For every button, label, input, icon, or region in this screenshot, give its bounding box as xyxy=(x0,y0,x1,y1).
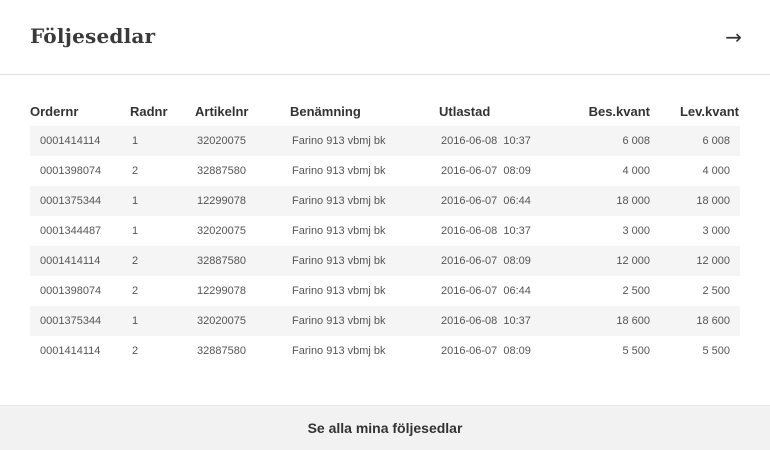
cell-bes-kvant: 4 000 xyxy=(622,165,650,177)
cell-utlastad: 2016-06-07 06:44 xyxy=(441,195,531,207)
cell-artikelnr: 32020075 xyxy=(197,135,246,147)
cell-artikelnr: 32887580 xyxy=(197,255,246,267)
cell-lev-kvant: 3 000 xyxy=(702,225,730,237)
column-header-ordernr: Ordernr xyxy=(30,103,79,119)
cell-bes-kvant: 5 500 xyxy=(622,345,650,357)
cell-lev-kvant: 4 000 xyxy=(702,165,730,177)
arrow-right-icon[interactable]: → xyxy=(725,25,742,49)
delivery-notes-table: Ordernr Radnr Artikelnr Benämning Utlast… xyxy=(30,96,740,366)
cell-ordernr: 0001398074 xyxy=(40,285,102,297)
column-header-utlastad: Utlastad xyxy=(439,103,491,119)
cell-radnr: 1 xyxy=(132,225,139,237)
cell-artikelnr: 12299078 xyxy=(197,195,246,207)
cell-ordernr: 0001375344 xyxy=(40,195,102,207)
cell-bes-kvant: 3 000 xyxy=(622,225,650,237)
table-row[interactable]: 0001375344 1 12299078 Farino 913 vbmj bk… xyxy=(30,186,740,216)
cell-benamning: Farino 913 vbmj bk xyxy=(292,225,386,237)
cell-bes-kvant: 18 600 xyxy=(616,315,650,327)
cell-benamning: Farino 913 vbmj bk xyxy=(292,165,386,177)
cell-benamning: Farino 913 vbmj bk xyxy=(292,345,386,357)
table-row[interactable]: 0001414114 1 32020075 Farino 913 vbmj bk… xyxy=(30,126,740,156)
cell-utlastad: 2016-06-07 08:09 xyxy=(441,345,531,357)
cell-ordernr: 0001414114 xyxy=(40,345,101,357)
column-header-benamning: Benämning xyxy=(290,103,361,119)
cell-lev-kvant: 6 008 xyxy=(702,135,730,147)
see-all-delivery-notes-link[interactable]: Se alla mina följesedlar xyxy=(0,405,770,450)
cell-lev-kvant: 2 500 xyxy=(702,285,730,297)
cell-benamning: Farino 913 vbmj bk xyxy=(292,195,386,207)
cell-utlastad: 2016-06-08 10:37 xyxy=(441,315,531,327)
cell-benamning: Farino 913 vbmj bk xyxy=(292,315,386,327)
cell-radnr: 1 xyxy=(132,135,139,147)
table-header-row: Ordernr Radnr Artikelnr Benämning Utlast… xyxy=(30,96,740,126)
cell-ordernr: 0001414114 xyxy=(40,255,101,267)
cell-utlastad: 2016-06-07 08:09 xyxy=(441,165,531,177)
cell-bes-kvant: 12 000 xyxy=(616,255,650,267)
cell-bes-kvant: 18 000 xyxy=(616,195,650,207)
table-row[interactable]: 0001375344 1 32020075 Farino 913 vbmj bk… xyxy=(30,306,740,336)
table-row[interactable]: 0001398074 2 12299078 Farino 913 vbmj bk… xyxy=(30,276,740,306)
cell-bes-kvant: 2 500 xyxy=(622,285,650,297)
column-header-bes-kvant: Bes.kvant xyxy=(588,103,650,119)
cell-benamning: Farino 913 vbmj bk xyxy=(292,135,386,147)
cell-lev-kvant: 5 500 xyxy=(702,345,730,357)
cell-utlastad: 2016-06-07 06:44 xyxy=(441,285,531,297)
table-row[interactable]: 0001398074 2 32887580 Farino 913 vbmj bk… xyxy=(30,156,740,186)
cell-artikelnr: 32887580 xyxy=(197,345,246,357)
cell-benamning: Farino 913 vbmj bk xyxy=(292,285,386,297)
cell-lev-kvant: 18 000 xyxy=(696,195,730,207)
cell-radnr: 1 xyxy=(132,195,139,207)
cell-radnr: 2 xyxy=(132,345,139,357)
cell-bes-kvant: 6 008 xyxy=(622,135,650,147)
delivery-notes-card: Följesedlar → Ordernr Radnr Artikelnr Be… xyxy=(0,0,770,450)
cell-radnr: 2 xyxy=(132,165,139,177)
table-row[interactable]: 0001414114 2 32887580 Farino 913 vbmj bk… xyxy=(30,246,740,276)
cell-utlastad: 2016-06-08 10:37 xyxy=(441,135,531,147)
table-row[interactable]: 0001414114 2 32887580 Farino 913 vbmj bk… xyxy=(30,336,740,366)
cell-lev-kvant: 12 000 xyxy=(696,255,730,267)
column-header-radnr: Radnr xyxy=(130,103,168,119)
cell-lev-kvant: 18 600 xyxy=(696,315,730,327)
table-row[interactable]: 0001344487 1 32020075 Farino 913 vbmj bk… xyxy=(30,216,740,246)
cell-radnr: 1 xyxy=(132,315,139,327)
cell-radnr: 2 xyxy=(132,255,139,267)
cell-radnr: 2 xyxy=(132,285,139,297)
cell-artikelnr: 12299078 xyxy=(197,285,246,297)
cell-ordernr: 0001414114 xyxy=(40,135,101,147)
cell-artikelnr: 32020075 xyxy=(197,315,246,327)
card-header: Följesedlar → xyxy=(0,0,770,75)
column-header-artikelnr: Artikelnr xyxy=(195,103,249,119)
cell-utlastad: 2016-06-08 10:37 xyxy=(441,225,531,237)
card-title: Följesedlar xyxy=(30,24,156,48)
cell-ordernr: 0001344487 xyxy=(40,225,102,237)
cell-benamning: Farino 913 vbmj bk xyxy=(292,255,386,267)
cell-utlastad: 2016-06-07 08:09 xyxy=(441,255,531,267)
cell-artikelnr: 32020075 xyxy=(197,225,246,237)
cell-ordernr: 0001375344 xyxy=(40,315,102,327)
cell-ordernr: 0001398074 xyxy=(40,165,102,177)
column-header-lev-kvant: Lev.kvant xyxy=(679,103,739,119)
cell-artikelnr: 32887580 xyxy=(197,165,246,177)
